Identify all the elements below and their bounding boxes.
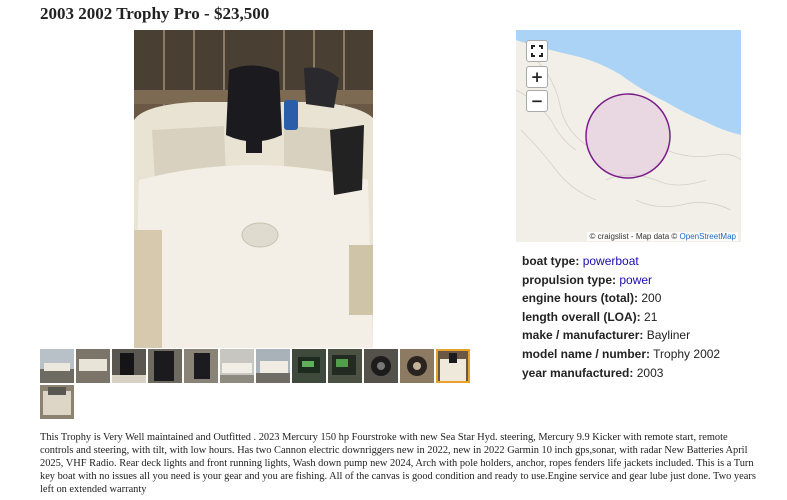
openstreetmap-link[interactable]: OpenStreetMap: [680, 232, 736, 241]
listing-description: This Trophy is Very Well maintained and …: [40, 432, 756, 495]
main-boat-photo[interactable]: [134, 30, 373, 348]
propulsion-type-link[interactable]: power: [619, 273, 652, 287]
fullscreen-icon[interactable]: [526, 40, 548, 62]
thumbnail[interactable]: [364, 349, 398, 383]
thumbnail[interactable]: [256, 349, 290, 383]
thumbnail[interactable]: [328, 349, 362, 383]
map-attribution: © craigslist - Map data © OpenStreetMap: [587, 232, 738, 241]
thumbnail[interactable]: [184, 349, 218, 383]
attr-manufacturer: make / manufacturer: Bayliner: [522, 328, 691, 343]
attr-year-manufactured: year manufactured: 2003: [522, 365, 664, 380]
thumbnail[interactable]: [40, 349, 74, 383]
attribute-list: boat type: powerboat propulsion type: po…: [522, 252, 720, 382]
attr-engine-hours: engine hours (total): 200: [522, 291, 662, 306]
zoom-in-button[interactable]: +: [526, 66, 548, 88]
thumbnail[interactable]: [220, 349, 254, 383]
attr-propulsion-type: propulsion type: power: [522, 272, 653, 287]
location-map[interactable]: + − © craigslist - Map data © OpenStreet…: [516, 30, 741, 242]
zoom-out-button[interactable]: −: [526, 90, 548, 112]
thumbnail[interactable]: [148, 349, 182, 383]
thumbnail[interactable]: [40, 385, 74, 419]
thumbnail[interactable]: [76, 349, 110, 383]
attr-boat-type: boat type: powerboat: [522, 254, 639, 268]
attr-model-name: model name / number: Trophy 2002: [522, 346, 721, 361]
attr-length-overall: length overall (LOA): 21: [522, 309, 658, 324]
thumbnail[interactable]: [112, 349, 146, 383]
boat-type-link[interactable]: powerboat: [583, 254, 639, 268]
listing-title: 2003 2002 Trophy Pro - $23,500: [40, 4, 270, 23]
thumbnail[interactable]: [292, 349, 326, 383]
thumbnail[interactable]: [400, 349, 434, 383]
thumbnail-selected[interactable]: [436, 349, 470, 383]
